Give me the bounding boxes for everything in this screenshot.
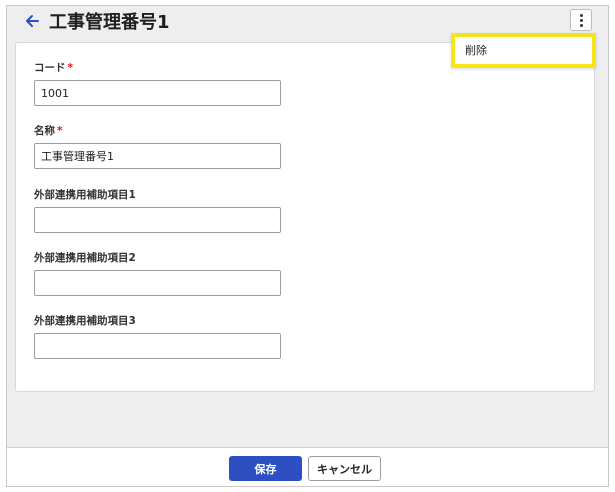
options-dropdown-menu: 削除	[451, 33, 596, 68]
field-name: 名称 *	[34, 124, 281, 169]
footer-bar: 保存 キャンセル	[7, 447, 608, 486]
window-frame: 工事管理番号1 コード* 名称* 外部連携用補助項目1 外部連携用補助項目2	[6, 5, 609, 487]
field-label-external-2: 外部連携用補助項目2	[34, 252, 136, 264]
kebab-menu-icon	[579, 13, 583, 17]
save-button[interactable]: 保存	[229, 456, 302, 481]
field-label-name: 名称	[34, 125, 55, 137]
external-field-2-input[interactable]	[34, 270, 281, 296]
field-label-external-1: 外部連携用補助項目1	[34, 189, 136, 201]
page-title: 工事管理番号1	[49, 12, 170, 33]
external-field-1-input[interactable]	[34, 207, 281, 233]
cancel-button[interactable]: キャンセル	[308, 456, 381, 481]
field-external-1: 外部連携用補助項目1	[34, 188, 281, 233]
more-options-button[interactable]	[570, 9, 592, 31]
back-button[interactable]	[21, 12, 43, 34]
field-label-code: コード	[34, 62, 66, 74]
form-card: コード* 名称* 外部連携用補助項目1 外部連携用補助項目2 外部連携用補助項目…	[15, 42, 595, 392]
field-code: コード *	[34, 61, 281, 106]
delete-menu-item[interactable]: 削除	[455, 37, 592, 64]
field-label-external-3: 外部連携用補助項目3	[34, 315, 136, 327]
required-mark: *	[67, 62, 74, 74]
field-external-2: 外部連携用補助項目2	[34, 251, 281, 296]
required-mark: *	[57, 125, 63, 137]
arrow-left-icon	[24, 13, 40, 33]
code-input[interactable]	[34, 80, 281, 106]
name-input[interactable]	[34, 143, 281, 169]
field-external-3: 外部連携用補助項目3	[34, 314, 281, 359]
external-field-3-input[interactable]	[34, 333, 281, 359]
